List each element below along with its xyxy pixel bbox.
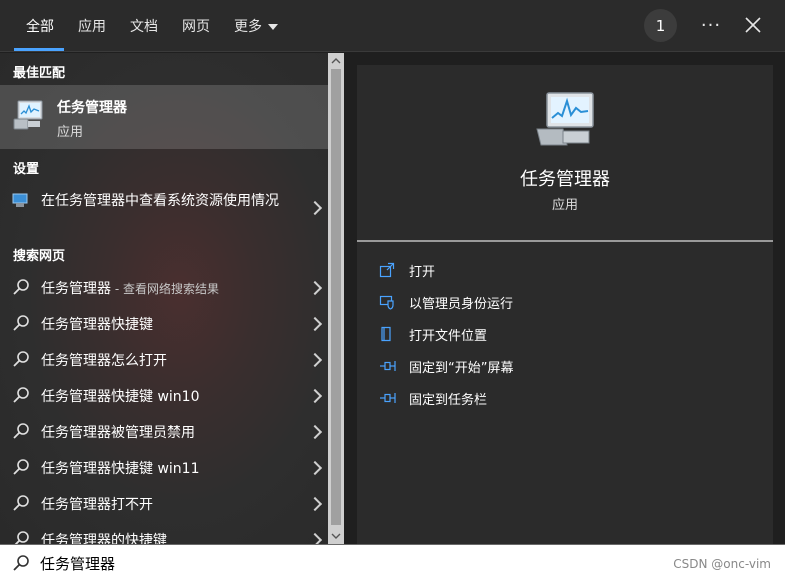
detail-pane: 任务管理器 应用 打开 以管理员身份运行 打开文件位置 固定到“开始”屏幕 固定…	[357, 65, 773, 544]
search-icon	[13, 495, 29, 511]
chevron-right-icon	[307, 532, 323, 544]
open-action[interactable]: 打开	[379, 258, 759, 284]
open-file-location-action[interactable]: 打开文件位置	[379, 322, 759, 348]
tab-all[interactable]: 全部	[26, 16, 54, 36]
scroll-down-button[interactable]	[328, 528, 344, 544]
search-icon	[13, 315, 29, 331]
more-options-button[interactable]: ···	[696, 10, 726, 40]
close-button[interactable]	[738, 10, 768, 40]
settings-heading: 设置	[13, 162, 40, 177]
run-as-admin-label: 以管理员身份运行	[409, 297, 514, 312]
web-result-label: 任务管理器的快捷键	[41, 533, 167, 544]
search-icon	[13, 555, 29, 571]
pin-icon	[380, 361, 396, 371]
web-result-label: 任务管理器打不开	[41, 497, 153, 513]
search-icon	[13, 459, 29, 475]
web-result-label: 任务管理器	[41, 281, 111, 297]
chevron-right-icon	[307, 316, 323, 332]
open-icon	[379, 262, 395, 278]
chevron-right-icon	[307, 388, 323, 404]
search-icon	[14, 531, 29, 544]
settings-result-label: 在任务管理器中查看系统资源使用情况	[41, 193, 279, 209]
search-icon	[13, 351, 29, 367]
search-icon	[13, 387, 29, 403]
chevron-up-icon	[331, 58, 341, 64]
web-result-hint: - 查看网络搜索结果	[111, 282, 219, 296]
web-result-item[interactable]: 任务管理器打不开	[0, 486, 328, 522]
file-location-icon	[381, 326, 391, 342]
chevron-right-icon	[307, 200, 323, 216]
chevron-right-icon	[307, 496, 323, 512]
detail-title: 任务管理器	[520, 169, 610, 190]
open-action-label: 打开	[409, 265, 436, 280]
chevron-right-icon	[307, 460, 323, 476]
web-result-item[interactable]: 任务管理器快捷键 win11	[0, 450, 328, 486]
search-input[interactable]	[40, 552, 640, 574]
watermark-text: CSDN @onc-vim	[673, 557, 771, 571]
close-icon	[745, 17, 761, 33]
web-result-item[interactable]: 任务管理器 - 查看网络搜索结果	[0, 270, 328, 306]
tab-documents[interactable]: 文档	[130, 16, 158, 36]
web-result-label: 任务管理器被管理员禁用	[41, 425, 195, 441]
web-search-heading: 搜索网页	[13, 249, 66, 264]
chevron-down-icon	[331, 533, 341, 539]
best-match-subtitle: 应用	[57, 125, 84, 140]
web-result-label: 任务管理器快捷键 win11	[41, 461, 200, 477]
results-pane: 最佳匹配 任务管理器 应用 设置 在任务管理器中查看系统资源使用情况 搜索网页	[0, 53, 328, 544]
search-tabs-bar: 全部 应用 文档 网页 更多 1 ···	[0, 0, 785, 52]
chevron-right-icon	[307, 352, 323, 368]
detail-subtitle: 应用	[551, 198, 578, 213]
pin-to-start-action[interactable]: 固定到“开始”屏幕	[379, 354, 759, 380]
rewards-badge[interactable]: 1	[644, 9, 677, 42]
scrollbar-thumb[interactable]	[331, 69, 341, 525]
web-result-label: 任务管理器快捷键	[41, 317, 153, 333]
web-result-item[interactable]: 任务管理器的快捷键	[0, 522, 328, 544]
shield-icon	[379, 295, 394, 310]
run-as-admin-action[interactable]: 以管理员身份运行	[379, 290, 759, 316]
pin-to-taskbar-label: 固定到任务栏	[409, 393, 488, 408]
best-match-item[interactable]: 任务管理器 应用	[0, 85, 328, 149]
settings-result-item[interactable]: 在任务管理器中查看系统资源使用情况	[0, 181, 328, 233]
task-manager-icon	[12, 99, 44, 135]
chevron-down-icon	[268, 24, 278, 30]
open-file-location-label: 打开文件位置	[409, 329, 488, 344]
scroll-up-button[interactable]	[328, 53, 344, 69]
search-icon	[13, 279, 29, 295]
pin-icon	[380, 393, 396, 403]
web-result-item[interactable]: 任务管理器快捷键	[0, 306, 328, 342]
web-result-item[interactable]: 任务管理器快捷键 win10	[0, 378, 328, 414]
best-match-title: 任务管理器	[57, 100, 127, 116]
web-result-item[interactable]: 任务管理器怎么打开	[0, 342, 328, 378]
pin-to-taskbar-action[interactable]: 固定到任务栏	[379, 386, 759, 412]
search-icon	[13, 423, 29, 439]
web-result-item[interactable]: 任务管理器被管理员禁用	[0, 414, 328, 450]
tab-apps[interactable]: 应用	[78, 16, 106, 36]
tab-web[interactable]: 网页	[182, 16, 210, 36]
pin-to-start-label: 固定到“开始”屏幕	[409, 361, 514, 376]
chevron-right-icon	[307, 424, 323, 440]
detail-divider	[357, 240, 773, 242]
best-match-heading: 最佳匹配	[13, 66, 66, 81]
web-result-label: 任务管理器快捷键 win10	[41, 389, 200, 405]
chevron-right-icon	[307, 280, 323, 296]
active-tab-indicator	[14, 48, 64, 51]
system-info-icon	[12, 191, 30, 213]
web-result-label: 任务管理器怎么打开	[41, 353, 167, 369]
task-manager-icon	[533, 89, 597, 153]
tab-more[interactable]: 更多	[234, 16, 278, 36]
tab-more-label: 更多	[234, 19, 262, 35]
search-bar: CSDN @onc-vim	[0, 544, 785, 580]
results-scrollbar[interactable]	[328, 53, 344, 544]
